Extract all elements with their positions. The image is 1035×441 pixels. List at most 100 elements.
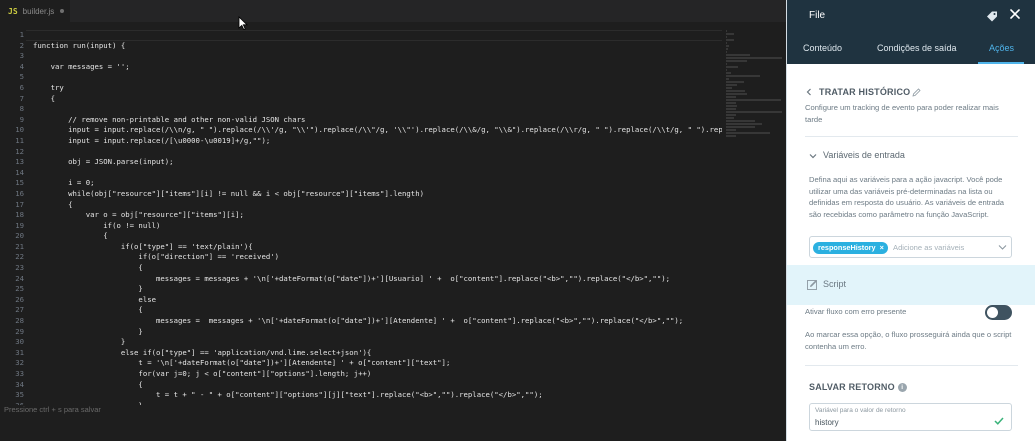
minimap-line [726,78,730,80]
chevron-down-icon[interactable] [809,152,817,160]
chevron-left-icon[interactable] [805,88,813,96]
code-text-area[interactable]: 1 2 3 4 5 6 7 8 9 10 11 12 13 14 15 16 17 18 19 20 21 22 23 24 2… [0,30,722,405]
minimap-line [726,120,756,122]
error-flow-toggle[interactable] [985,305,1012,320]
code-line[interactable] [33,51,722,62]
script-button[interactable]: Script [787,265,1035,305]
line-number: 18 [15,210,24,220]
input-vars-title[interactable]: Variáveis de entrada [823,150,905,160]
code-line[interactable]: // remove non-printable and other non-va… [33,115,722,126]
code-line[interactable] [33,147,722,158]
line-number: 21 [15,241,24,251]
editor-tab-filename: builder.js [22,6,55,16]
code-line[interactable]: function run(input) { [33,41,722,52]
minimap-line [726,87,733,89]
code-line[interactable]: try [33,83,722,94]
minimap-line [726,117,734,119]
minimap-line [726,84,738,86]
code-line[interactable] [33,168,722,179]
editor-tab-builder-js[interactable]: JS builder.js [0,0,70,22]
variable-chip-label: responseHistory [818,243,876,252]
code-line[interactable] [33,104,722,115]
minimap-line [726,66,739,68]
minimap-line [726,123,763,125]
code-line[interactable]: messages = messages + '\n['+dateFormat(o… [33,274,722,285]
tab-conteudo[interactable]: Conteúdo [803,40,842,64]
line-number: 22 [15,252,24,262]
line-number: 8 [19,104,24,114]
code-line[interactable]: } [33,284,722,295]
code-line[interactable]: { [33,305,722,316]
line-number: 10 [15,125,24,135]
input-vars-field[interactable]: responseHistory × Adicione as variáveis [809,236,1012,258]
line-number: 6 [19,82,24,92]
script-label: Script [823,279,847,289]
minimap-line [726,111,782,113]
minimap-line [726,51,727,53]
line-number: 30 [15,337,24,347]
minimap-line [726,45,729,47]
return-field-value[interactable]: history [815,418,839,427]
tab-condicoes-de-saida[interactable]: Condições de saída [877,40,957,64]
code-line[interactable]: } [33,327,722,338]
divider [805,136,1018,137]
minimap-line [726,39,735,41]
line-number: 32 [15,358,24,368]
code-line[interactable]: obj = JSON.parse(input); [33,157,722,168]
script-edit-icon [807,280,817,290]
minimap-line [726,48,728,50]
code-line[interactable]: input = input.replace(/[\u0000-\u0019]+/… [33,136,722,147]
code-line[interactable] [33,72,722,83]
code-line[interactable]: for(var j=0; j < o["content"]["options"]… [33,369,722,380]
code-line[interactable]: } [33,337,722,348]
code-lines[interactable]: function run(input) { var messages = '';… [33,30,722,405]
code-line[interactable]: input = input.replace(/\\n/g, " ").repla… [33,125,722,136]
minimap-line [726,108,736,110]
code-line[interactable]: if(o["type"] == 'text/plain'){ [33,242,722,253]
line-number: 13 [15,157,24,167]
line-number: 5 [19,72,24,82]
info-icon[interactable]: i [897,383,907,392]
minimap-line [726,72,732,74]
line-number: 20 [15,231,24,241]
code-line[interactable]: if(o["direction"] == 'received') [33,252,722,263]
line-number: 28 [15,316,24,326]
line-number: 19 [15,220,24,230]
tab-acoes[interactable]: Ações [978,40,1025,64]
code-minimap[interactable] [722,30,786,137]
minimap-line [726,69,727,71]
code-line[interactable]: messages = messages + '\n['+dateFormat(o… [33,316,722,327]
code-line[interactable]: else if(o["type"] == 'application/vnd.li… [33,348,722,359]
js-file-icon: JS [8,6,18,16]
code-line[interactable]: i = 0; [33,178,722,189]
code-line[interactable]: var o = obj["resource"]["items"][i]; [33,210,722,221]
edit-pencil-icon[interactable] [912,88,921,97]
code-line[interactable]: else [33,295,722,306]
return-field-label: Variável para o valor de retorno [815,407,906,414]
code-line[interactable]: while(obj["resource"]["items"][i] != nul… [33,189,722,200]
code-line[interactable]: var messages = ''; [33,62,722,73]
code-line[interactable]: { [33,200,722,211]
code-line[interactable] [33,30,722,41]
minimap-line [726,90,745,92]
minimap-line [726,135,736,137]
minimap-line [726,129,736,131]
save-hint: Pressione ctrl + s para salvar [4,405,101,414]
code-line[interactable]: { [33,94,722,105]
code-line[interactable]: t = '\n['+dateFormat(o["date"])+'][Atend… [33,358,722,369]
code-line[interactable]: { [33,380,722,391]
chip-remove-icon[interactable]: × [880,243,884,252]
code-line[interactable]: { [33,231,722,242]
code-line[interactable]: { [33,263,722,274]
code-line[interactable]: t = t + " - " + o["content"]["options"][… [33,390,722,401]
return-variable-field[interactable]: Variável para o valor de retorno history [809,403,1012,431]
line-number: 7 [19,93,24,103]
return-title-text: SALVAR RETORNO [809,382,895,392]
code-line[interactable]: if(o != null) [33,221,722,232]
line-number: 14 [15,167,24,177]
tag-icon[interactable] [986,10,998,22]
minimap-line [726,93,748,95]
variable-chip[interactable]: responseHistory × [813,242,888,254]
dropdown-chevron-icon[interactable] [998,244,1007,251]
close-icon[interactable] [1008,7,1022,21]
